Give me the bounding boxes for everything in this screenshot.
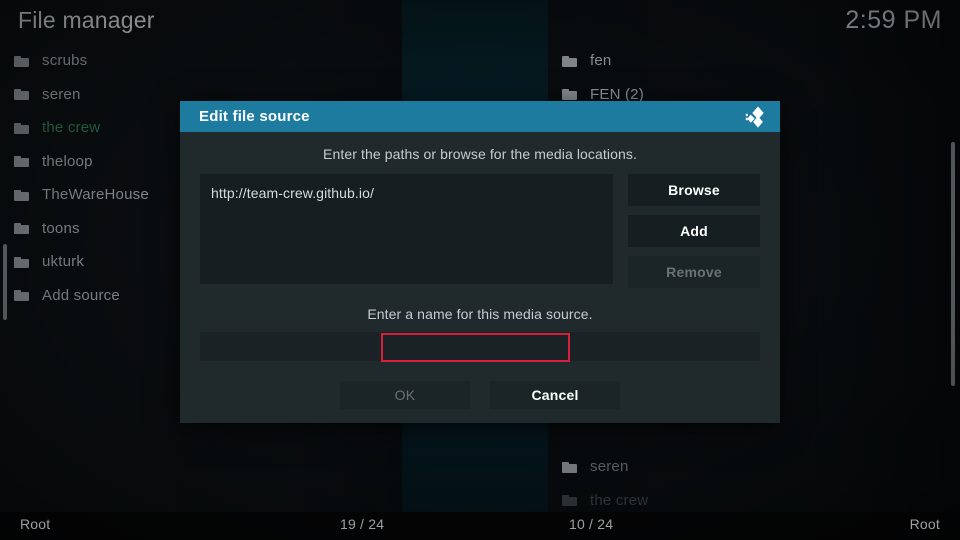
page-title: File manager bbox=[18, 7, 155, 33]
list-item-label: Add source bbox=[42, 286, 120, 304]
status-bar: Root 19 / 24 10 / 24 Root bbox=[0, 512, 960, 540]
folder-icon bbox=[14, 55, 29, 67]
add-button[interactable]: Add bbox=[628, 215, 760, 247]
right-file-list-bottom[interactable]: seren the crew bbox=[548, 450, 960, 517]
list-item[interactable]: fen bbox=[548, 44, 960, 78]
name-input-row[interactable] bbox=[200, 332, 760, 362]
dialog-actions: OK Cancel bbox=[180, 361, 780, 409]
list-item-label: theloop bbox=[42, 152, 93, 170]
list-item-label: the crew bbox=[590, 491, 649, 509]
clock: 2:59 PM bbox=[845, 6, 942, 34]
cancel-button[interactable]: Cancel bbox=[490, 381, 620, 409]
status-count-left: 19 / 24 bbox=[340, 516, 385, 532]
list-item[interactable]: scrubs bbox=[0, 44, 402, 78]
dialog-body: Enter the paths or browse for the media … bbox=[180, 132, 780, 423]
folder-icon bbox=[562, 55, 577, 67]
edit-file-source-dialog: Edit file source Enter the paths or brow… bbox=[180, 101, 780, 423]
kodi-file-manager-screen: File manager 2:59 PM scrubs seren the cr… bbox=[0, 0, 960, 540]
list-item-label: TheWareHouse bbox=[42, 186, 149, 204]
folder-icon bbox=[14, 256, 29, 268]
folder-icon bbox=[14, 122, 29, 134]
window-header: File manager 2:59 PM bbox=[0, 0, 960, 44]
list-item-label: seren bbox=[590, 458, 629, 476]
list-item-label: ukturk bbox=[42, 253, 85, 271]
paths-list[interactable]: http://team-crew.github.io/ bbox=[200, 174, 613, 284]
folder-icon bbox=[562, 88, 577, 101]
folder-icon bbox=[14, 88, 29, 101]
dialog-title-bar: Edit file source bbox=[180, 101, 780, 132]
list-item-label: toons bbox=[42, 219, 80, 237]
folder-icon bbox=[14, 189, 29, 201]
list-item[interactable]: seren bbox=[548, 450, 960, 484]
status-root-right: Root bbox=[909, 516, 940, 532]
ok-button[interactable]: OK bbox=[340, 381, 470, 409]
folder-icon bbox=[562, 494, 577, 507]
status-root-left: Root bbox=[20, 516, 51, 532]
list-item-label: seren bbox=[42, 85, 81, 103]
paths-hint-text: Enter the paths or browse for the media … bbox=[323, 146, 637, 162]
list-item-label: the crew bbox=[42, 119, 101, 137]
list-item-label: fen bbox=[590, 52, 612, 70]
media-source-name-input[interactable] bbox=[200, 332, 760, 361]
folder-icon bbox=[14, 289, 29, 302]
paths-section: http://team-crew.github.io/ Browse Add R… bbox=[180, 174, 780, 288]
remove-button[interactable]: Remove bbox=[628, 256, 760, 288]
paths-buttons: Browse Add Remove bbox=[628, 174, 760, 288]
right-list-scrollbar[interactable] bbox=[951, 142, 955, 386]
path-list-item[interactable]: http://team-crew.github.io/ bbox=[211, 183, 602, 203]
list-item-label: scrubs bbox=[42, 52, 88, 70]
folder-icon bbox=[562, 461, 577, 473]
kodi-logo-icon bbox=[745, 105, 764, 128]
folder-icon bbox=[14, 155, 29, 168]
left-list-scrollbar[interactable] bbox=[3, 244, 7, 320]
browse-button[interactable]: Browse bbox=[628, 174, 760, 206]
dialog-title: Edit file source bbox=[199, 108, 310, 125]
name-hint-text: Enter a name for this media source. bbox=[367, 306, 593, 322]
status-count-right: 10 / 24 bbox=[569, 516, 614, 532]
folder-icon bbox=[14, 222, 29, 235]
